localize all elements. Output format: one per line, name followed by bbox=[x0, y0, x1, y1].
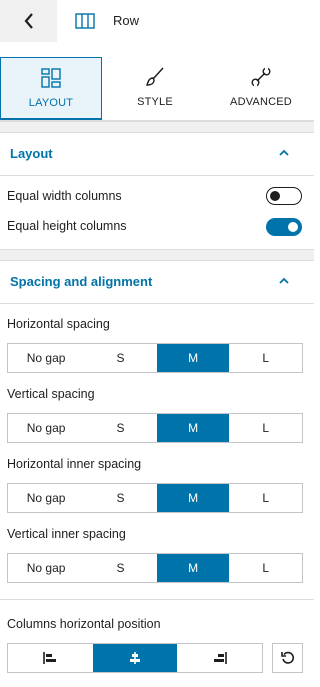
option-l[interactable]: L bbox=[229, 484, 302, 512]
horizontal-inner-spacing-control: No gap S M L bbox=[7, 483, 303, 513]
option-s[interactable]: S bbox=[84, 554, 157, 582]
vertical-spacing-control: No gap S M L bbox=[7, 413, 303, 443]
wrench-icon bbox=[251, 67, 271, 87]
horizontal-inner-spacing-label: Horizontal inner spacing bbox=[7, 457, 142, 471]
chevron-left-icon bbox=[24, 13, 33, 29]
option-s[interactable]: S bbox=[84, 484, 157, 512]
equal-height-label: Equal height columns bbox=[7, 219, 127, 233]
option-no-gap[interactable]: No gap bbox=[8, 484, 84, 512]
tab-advanced-label: ADVANCED bbox=[230, 96, 292, 108]
option-m[interactable]: M bbox=[156, 554, 230, 582]
section-separator bbox=[0, 121, 314, 133]
tab-style[interactable]: STYLE bbox=[102, 57, 208, 120]
align-left-icon bbox=[43, 652, 57, 664]
option-l[interactable]: L bbox=[229, 344, 302, 372]
divider bbox=[0, 175, 314, 176]
option-l[interactable]: L bbox=[229, 414, 302, 442]
chevron-up-icon[interactable] bbox=[278, 149, 290, 157]
vertical-inner-spacing-control: No gap S M L bbox=[7, 553, 303, 583]
row-block-icon bbox=[75, 13, 95, 29]
align-right-option[interactable] bbox=[177, 644, 262, 672]
block-name: Row bbox=[113, 13, 140, 28]
option-m[interactable]: M bbox=[156, 414, 230, 442]
reset-button[interactable] bbox=[272, 643, 303, 673]
brush-icon bbox=[146, 67, 164, 86]
reset-icon bbox=[280, 651, 294, 664]
align-center-icon bbox=[130, 652, 140, 664]
tab-style-label: STYLE bbox=[137, 96, 173, 108]
columns-position-label: Columns horizontal position bbox=[7, 617, 161, 631]
vertical-inner-spacing-label: Vertical inner spacing bbox=[7, 527, 126, 541]
spacing-section-title: Spacing and alignment bbox=[10, 274, 153, 289]
vertical-spacing-label: Vertical spacing bbox=[7, 387, 95, 401]
section-separator bbox=[0, 249, 314, 261]
option-no-gap[interactable]: No gap bbox=[8, 554, 84, 582]
align-center-option[interactable] bbox=[92, 644, 178, 672]
tab-layout[interactable]: LAYOUT bbox=[0, 57, 102, 120]
tab-layout-label: LAYOUT bbox=[28, 97, 74, 109]
option-m[interactable]: M bbox=[156, 484, 230, 512]
option-m[interactable]: M bbox=[156, 344, 230, 372]
settings-tabs: LAYOUT STYLE ADVANCED bbox=[0, 57, 314, 121]
horizontal-spacing-label: Horizontal spacing bbox=[7, 317, 110, 331]
equal-height-toggle[interactable] bbox=[266, 218, 302, 236]
layout-icon bbox=[41, 68, 61, 88]
layout-section-title: Layout bbox=[10, 146, 53, 161]
divider bbox=[0, 303, 314, 304]
columns-position-control bbox=[7, 643, 263, 673]
panel-header: Row bbox=[0, 0, 314, 42]
option-l[interactable]: L bbox=[229, 554, 302, 582]
chevron-up-icon[interactable] bbox=[278, 277, 290, 285]
back-button[interactable] bbox=[0, 0, 57, 42]
align-right-icon bbox=[213, 652, 227, 664]
option-no-gap[interactable]: No gap bbox=[8, 344, 84, 372]
divider bbox=[0, 599, 314, 600]
equal-width-label: Equal width columns bbox=[7, 189, 122, 203]
horizontal-spacing-control: No gap S M L bbox=[7, 343, 303, 373]
option-no-gap[interactable]: No gap bbox=[8, 414, 84, 442]
align-left-option[interactable] bbox=[8, 644, 93, 672]
equal-width-toggle[interactable] bbox=[266, 187, 302, 205]
tab-advanced[interactable]: ADVANCED bbox=[208, 57, 314, 120]
option-s[interactable]: S bbox=[84, 414, 157, 442]
option-s[interactable]: S bbox=[84, 344, 157, 372]
